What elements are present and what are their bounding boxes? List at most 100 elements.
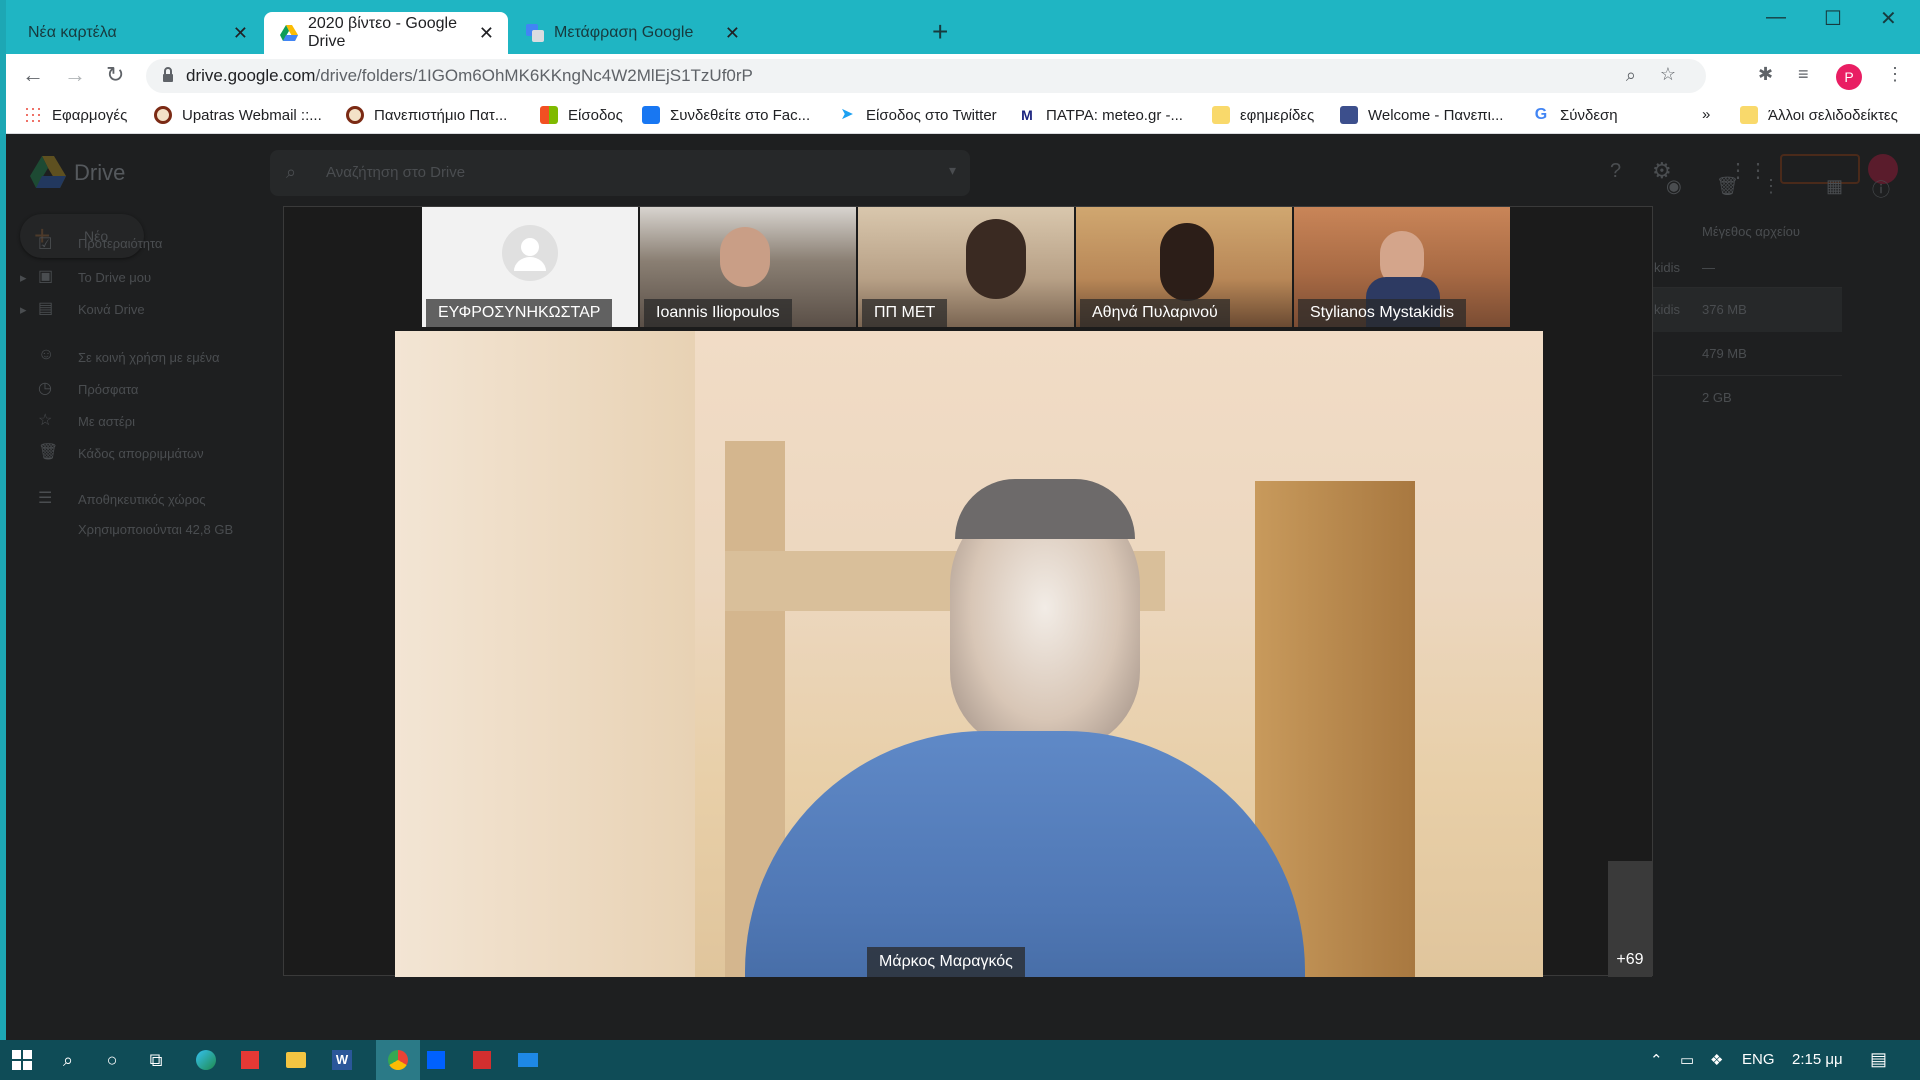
- tab-google-drive[interactable]: 2020 βίντεο - Google Drive ✕: [264, 12, 508, 54]
- pdf-app-icon[interactable]: [238, 1048, 262, 1072]
- bookmarks-bar: Εφαρμογές Upatras Webmail ::... Πανεπιστ…: [6, 98, 1920, 134]
- video-player[interactable]: ΕΥΦΡΟΣΥΝΗΚΩΣΤΑΡ Ioannis Iliopoulos ΠΠ ΜΕ…: [283, 206, 1653, 977]
- word-icon[interactable]: W: [330, 1048, 354, 1072]
- minimize-icon[interactable]: —: [1766, 6, 1786, 29]
- participant-tile[interactable]: Ioannis Iliopoulos: [640, 207, 856, 327]
- maximize-icon[interactable]: ☐: [1824, 6, 1842, 31]
- avatar-placeholder-icon: [502, 225, 558, 281]
- new-tab-button[interactable]: +: [932, 18, 948, 46]
- file-row[interactable]: kidis 376 MB: [1646, 288, 1842, 332]
- search-options-icon[interactable]: ▾: [949, 162, 956, 179]
- bookmark-welcome[interactable]: Welcome - Πανεπι...: [1340, 106, 1503, 124]
- bookmark-microsoft-login[interactable]: Είσοδος: [540, 106, 623, 124]
- participant-tile[interactable]: ΠΠ ΜΕΤ: [858, 207, 1074, 327]
- priority-icon: ☑: [38, 236, 53, 253]
- battery-icon[interactable]: ▭: [1680, 1051, 1694, 1069]
- input-language[interactable]: ENG: [1742, 1051, 1775, 1068]
- nav-trash[interactable]: Κάδος απορριμμάτων: [78, 446, 204, 461]
- media-control-icon[interactable]: ≡: [1798, 64, 1809, 85]
- meteo-icon: M: [1021, 107, 1033, 123]
- search-icon[interactable]: ⌕: [56, 1048, 80, 1072]
- close-tab-icon[interactable]: ✕: [479, 23, 494, 44]
- nav-storage[interactable]: Αποθηκευτικός χώρος: [78, 492, 206, 507]
- nav-shared-with-me[interactable]: Σε κοινή χρήση με εμένα: [78, 350, 220, 365]
- bookmark-upatras-webmail[interactable]: Upatras Webmail ::...: [154, 106, 322, 124]
- my-drive-icon: ▣: [38, 268, 54, 285]
- bookmark-twitter[interactable]: ➤ Είσοδος στο Twitter: [838, 106, 997, 124]
- bookmark-other-bookmarks[interactable]: Άλλοι σελιδοδείκτες: [1740, 106, 1898, 124]
- browser-window: Νέα καρτέλα ✕ 2020 βίντεο - Google Drive…: [6, 0, 1920, 1040]
- info-icon[interactable]: ⓘ: [1872, 176, 1890, 202]
- clock-time[interactable]: 2:15 μμ: [1792, 1051, 1843, 1068]
- extensions-icon[interactable]: ✱: [1758, 64, 1773, 85]
- bookmark-star-icon[interactable]: ☆: [1660, 64, 1676, 85]
- zoom-icon[interactable]: ⌕: [1626, 65, 1636, 86]
- nav-recent[interactable]: Πρόσφατα: [78, 382, 138, 397]
- star-icon: ☆: [38, 412, 53, 429]
- file-row[interactable]: 479 MB: [1646, 332, 1842, 376]
- lock-icon: [162, 67, 174, 88]
- reload-icon[interactable]: ↻: [106, 62, 124, 88]
- expand-arrow-icon[interactable]: ▸: [20, 270, 27, 286]
- file-explorer-icon[interactable]: [284, 1048, 308, 1072]
- preview-eye-icon[interactable]: ◉: [1666, 176, 1682, 197]
- more-actions-icon[interactable]: ⋮: [1762, 176, 1780, 197]
- drive-search-bar[interactable]: ⌕ Αναζήτηση στο Drive ▾: [270, 150, 970, 196]
- file-row[interactable]: kidis —: [1646, 248, 1842, 288]
- dropbox-icon[interactable]: [424, 1048, 448, 1072]
- bookmark-apps[interactable]: Εφαρμογές: [24, 106, 127, 124]
- bookmark-label: Είσοδος στο Twitter: [866, 106, 997, 124]
- file-row[interactable]: 2 GB: [1646, 376, 1842, 420]
- edge-icon[interactable]: [194, 1048, 218, 1072]
- main-speaker-video[interactable]: Μάρκος Μαραγκός: [395, 331, 1543, 977]
- menu-kebab-icon[interactable]: ⋮: [1886, 64, 1904, 85]
- chrome-icon[interactable]: [376, 1040, 420, 1080]
- participant-name: Stylianos Mystakidis: [1298, 299, 1467, 327]
- nav-starred[interactable]: Με αστέρι: [78, 414, 135, 429]
- expand-arrow-icon[interactable]: ▸: [20, 302, 27, 318]
- delete-icon[interactable]: 🗑: [1716, 176, 1739, 197]
- tray-overflow-icon[interactable]: ⌃: [1650, 1051, 1663, 1069]
- bookmark-facebook[interactable]: Συνδεθείτε στο Fac...: [642, 106, 810, 124]
- bookmark-label: Συνδεθείτε στο Fac...: [670, 106, 811, 124]
- close-window-icon[interactable]: ✕: [1880, 6, 1897, 31]
- bookmark-meteo[interactable]: M ΠΑΤΡΑ: meteo.gr -...: [1018, 106, 1183, 124]
- mail-icon[interactable]: [516, 1048, 540, 1072]
- notifications-icon[interactable]: ▤: [1870, 1049, 1887, 1070]
- organization-logo: [1780, 154, 1860, 184]
- forward-icon[interactable]: →: [64, 62, 86, 88]
- bookmark-label: Είσοδος: [568, 106, 623, 124]
- cortana-icon[interactable]: ○: [100, 1048, 124, 1072]
- bookmark-folder-newspapers[interactable]: εφημερίδες: [1212, 106, 1314, 124]
- bookmark-upatras-university[interactable]: Πανεπιστήμιο Πατ...: [346, 106, 507, 124]
- profile-avatar[interactable]: P: [1836, 64, 1862, 90]
- column-header-file-size[interactable]: Μέγεθος αρχείου: [1702, 224, 1800, 239]
- bookmark-google-login[interactable]: G Σύνδεση: [1532, 106, 1618, 124]
- video-speaker-hair: [955, 479, 1135, 539]
- more-bookmarks-button[interactable]: »: [1702, 106, 1710, 123]
- upatras-icon: [346, 106, 364, 124]
- task-view-icon[interactable]: ⧉: [144, 1048, 168, 1072]
- video-background-wall: [395, 331, 695, 977]
- windows-start-icon[interactable]: [10, 1048, 34, 1072]
- tab-title: Νέα καρτέλα: [28, 24, 117, 41]
- acrobat-icon[interactable]: [470, 1048, 494, 1072]
- close-tab-icon[interactable]: ✕: [233, 23, 248, 44]
- site-icon: [1340, 106, 1358, 124]
- participant-tile[interactable]: Αθηνά Πυλαρινού: [1076, 207, 1292, 327]
- more-participants-badge[interactable]: +69: [1608, 861, 1652, 977]
- help-icon[interactable]: ?: [1610, 160, 1621, 183]
- tab-new-tab[interactable]: Νέα καρτέλα ✕: [12, 12, 262, 54]
- dropbox-tray-icon[interactable]: ❖: [1710, 1051, 1723, 1069]
- nav-my-drive[interactable]: Το Drive μου: [78, 270, 151, 285]
- file-owner: kidis: [1654, 260, 1681, 275]
- grid-view-icon[interactable]: ▦: [1826, 176, 1843, 197]
- tab-google-translate[interactable]: Μετάφραση Google ✕: [510, 12, 754, 54]
- participant-tile[interactable]: ΕΥΦΡΟΣΥΝΗΚΩΣΤΑΡ: [422, 207, 638, 327]
- participant-tile[interactable]: Stylianos Mystakidis: [1294, 207, 1510, 327]
- close-tab-icon[interactable]: ✕: [725, 23, 740, 44]
- nav-shared-drives[interactable]: Κοινά Drive: [78, 302, 145, 317]
- address-bar[interactable]: drive.google.com/drive/folders/1IGOm6OhM…: [146, 59, 1706, 93]
- back-icon[interactable]: ←: [22, 62, 44, 88]
- nav-priority[interactable]: Προτεραιότητα: [78, 236, 162, 251]
